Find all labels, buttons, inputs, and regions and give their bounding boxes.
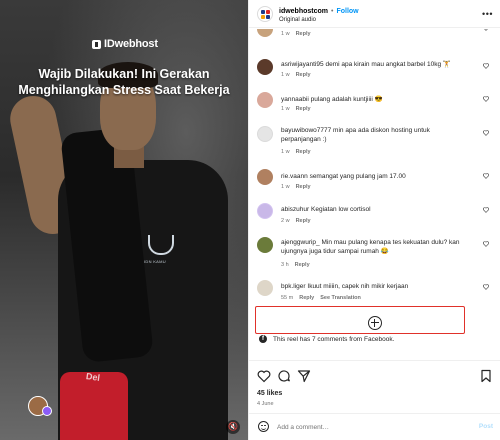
emoji-icon[interactable]	[258, 421, 269, 432]
comment-input[interactable]	[277, 421, 457, 433]
comment-time: 1 w	[281, 72, 290, 78]
commenter-avatar[interactable]	[257, 126, 273, 142]
reply-button[interactable]: Reply	[296, 106, 311, 112]
like-icon[interactable]	[257, 369, 271, 383]
comment-time: 1 w	[281, 31, 290, 37]
comment-meta: 1 w Reply	[281, 106, 311, 112]
facebook-comments-note: f This reel has 7 comments from Facebook…	[259, 335, 394, 343]
comment-time: 1 w	[281, 106, 290, 112]
comment-text: pulang adalah kuntjiiii 😎	[310, 96, 383, 103]
like-heart-icon[interactable]	[483, 241, 489, 247]
commenter-avatar[interactable]	[257, 29, 273, 37]
mute-icon[interactable]: 🔇	[226, 420, 240, 434]
comment-username[interactable]: asriwijayanti95	[281, 61, 324, 68]
comment-time: 1 w	[281, 184, 290, 190]
like-heart-icon[interactable]	[483, 173, 489, 179]
account-line: idwebhostcom • Follow	[279, 8, 359, 15]
comment-username[interactable]: abiszuhur	[281, 206, 309, 213]
caption-line-2: Menghilangkan Stress Saat Bekerja	[18, 83, 230, 97]
facebook-icon: f	[259, 335, 267, 343]
commenter-avatar[interactable]	[257, 59, 273, 75]
highlight-box	[255, 306, 465, 334]
comment-time: 3 h	[281, 262, 289, 268]
see-translation-button[interactable]: See Translation	[320, 295, 361, 301]
like-heart-icon[interactable]	[483, 284, 489, 290]
comment-username[interactable]: bayuwibowo7777	[281, 127, 331, 134]
post-panel: idwebhostcom • Follow Original audio •••…	[248, 0, 500, 440]
more-options-button[interactable]: •••	[482, 9, 493, 19]
reel-video[interactable]: IDN KAMU Del IDwebhost Wajib Dilakukan! …	[0, 0, 248, 440]
stool-text: Del	[85, 371, 101, 383]
share-icon[interactable]	[297, 369, 311, 383]
reply-button[interactable]: Reply	[296, 149, 311, 155]
caption-line-1: Wajib Dilakukan! Ini Gerakan	[38, 67, 210, 81]
commenter-avatar[interactable]	[257, 92, 273, 108]
separator-dot: •	[331, 8, 334, 15]
follow-button[interactable]: Follow	[336, 8, 358, 15]
save-bookmark-icon[interactable]	[479, 369, 493, 383]
comment-username[interactable]: ajenggwurip_	[281, 239, 320, 246]
brand-watermark: IDwebhost	[92, 38, 158, 50]
commenter-avatar[interactable]	[257, 280, 273, 296]
comment-meta: 55 m Reply See Translation	[281, 295, 361, 301]
comment-meta: 2 w Reply	[281, 218, 311, 224]
video-caption: Wajib Dilakukan! Ini Gerakan Menghilangk…	[0, 66, 248, 98]
comments-list[interactable]: 1 w Reply asriwijayanti95 demi apa kirai…	[249, 29, 500, 359]
reply-button[interactable]: Reply	[296, 31, 311, 37]
commenter-avatar[interactable]	[257, 237, 273, 253]
comment-username[interactable]: rie.vaann	[281, 173, 308, 180]
original-audio-link[interactable]: Original audio	[279, 17, 316, 23]
facebook-note-text: This reel has 7 comments from Facebook.	[273, 335, 395, 343]
like-heart-icon[interactable]	[483, 96, 489, 102]
comment-icon[interactable]	[277, 369, 291, 383]
comment-username[interactable]: yannaabii	[281, 96, 309, 103]
commenter-avatar[interactable]	[257, 169, 273, 185]
post-date: 4 June	[257, 401, 274, 407]
reply-button[interactable]: Reply	[296, 184, 311, 190]
account-name[interactable]: idwebhostcom	[279, 8, 328, 15]
comment-time: 55 m	[281, 295, 294, 301]
like-heart-icon[interactable]	[483, 29, 489, 31]
shirt-logo-text: IDN KAMU	[144, 259, 166, 264]
action-bar	[249, 360, 500, 390]
comment-time: 2 w	[281, 218, 290, 224]
load-more-comments-icon[interactable]	[368, 316, 382, 330]
comment-text: Ikuut miiiin, capek nih mikir kerjaan	[307, 283, 409, 290]
comment-meta: 1 w Reply	[281, 31, 311, 37]
comment-meta: 1 w Reply	[281, 184, 311, 190]
post-header: idwebhostcom • Follow Original audio •••	[249, 0, 500, 28]
commenter-avatar[interactable]	[257, 203, 273, 219]
comment-time: 1 w	[281, 149, 290, 155]
reply-button[interactable]: Reply	[295, 262, 310, 268]
comment-meta: 1 w Reply	[281, 149, 311, 155]
reply-button[interactable]: Reply	[299, 295, 314, 301]
account-avatar[interactable]	[257, 6, 273, 22]
like-heart-icon[interactable]	[483, 207, 489, 213]
reply-button[interactable]: Reply	[296, 218, 311, 224]
comment-text: Kegiatan low cortisol	[311, 206, 371, 213]
add-comment-bar: Post	[249, 413, 500, 440]
audio-badge-icon[interactable]	[42, 406, 52, 416]
brand-name: IDwebhost	[104, 38, 158, 50]
reply-button[interactable]: Reply	[296, 72, 311, 78]
comment-meta: 3 h Reply	[281, 262, 310, 268]
comment-meta: 1 w Reply	[281, 72, 311, 78]
post-button[interactable]: Post	[479, 423, 493, 430]
comment-username[interactable]: bpk.liger	[281, 283, 306, 290]
comment-text: semangat yang pulang jam 17.00	[309, 173, 406, 180]
like-heart-icon[interactable]	[483, 63, 489, 69]
idwebhost-logo-icon	[92, 39, 101, 49]
comment-text: demi apa kirain mau angkat barbel 10kg 🏋…	[325, 61, 451, 68]
likes-count[interactable]: 45 likes	[257, 390, 282, 397]
like-heart-icon[interactable]	[483, 130, 489, 136]
